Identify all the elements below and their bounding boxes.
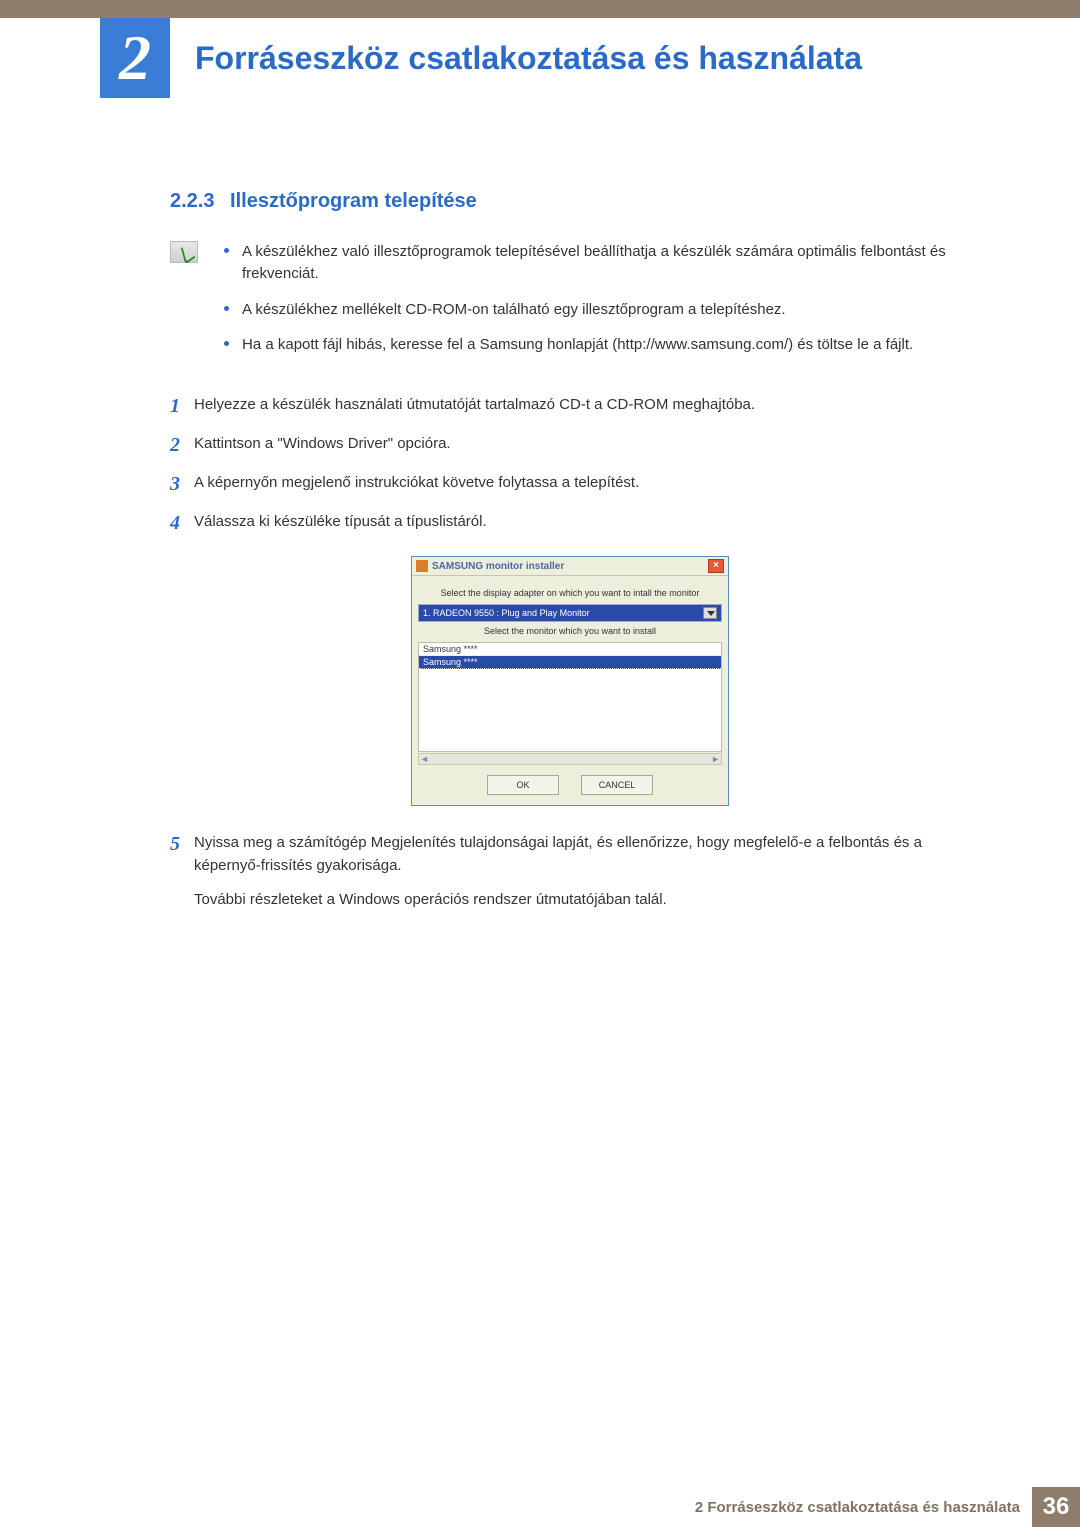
scroll-right-icon[interactable]: ► [711,754,720,764]
note-item: A készülékhez való illesztőprogramok tel… [224,241,970,285]
horizontal-scrollbar[interactable]: ◄ ► [418,753,722,765]
dialog-title-text: SAMSUNG monitor installer [432,561,564,572]
cancel-button[interactable]: CANCEL [581,775,653,795]
installer-dialog-figure: SAMSUNG monitor installer × Select the d… [170,556,970,806]
ok-button[interactable]: OK [487,775,559,795]
section-title: Illesztőprogram telepítése [230,190,477,212]
monitor-list[interactable]: Samsung **** Samsung **** [418,642,722,752]
footer-chapter-text: 2 Forráseszköz csatlakoztatása és haszná… [695,1499,1020,1516]
step-text: Kattintson a "Windows Driver" opcióra. [194,433,970,460]
step-number: 3 [170,469,194,499]
page-number: 36 [1032,1487,1080,1527]
dropdown-arrow-icon[interactable] [703,607,717,619]
step-text: Helyezze a készülék használati útmutatój… [194,394,970,421]
dialog-titlebar: SAMSUNG monitor installer × [412,557,728,576]
step-row: 1 Helyezze a készülék használati útmutat… [170,394,970,421]
note-block: A készülékhez való illesztőprogramok tel… [170,241,970,370]
dialog-body: Select the display adapter on which you … [412,576,728,805]
step-row: 4 Válassza ki készüléke típusát a típusl… [170,511,970,538]
page-content: 2.2.3 Illesztőprogram telepítése A készü… [170,190,970,912]
chapter-number-badge: 2 [100,18,170,98]
app-icon [416,560,428,572]
scroll-left-icon[interactable]: ◄ [420,754,429,764]
adapter-select[interactable]: 1. RADEON 9550 : Plug and Play Monitor [418,604,722,622]
step-row: 5 Nyissa meg a számítógép Megjelenítés t… [170,832,970,877]
note-item: Ha a kapott fájl hibás, keresse fel a Sa… [224,334,970,356]
step-row: 2 Kattintson a "Windows Driver" opcióra. [170,433,970,460]
step-extra-text: További részleteket a Windows operációs … [194,889,970,912]
section-heading: 2.2.3 Illesztőprogram telepítése [170,190,970,213]
installer-dialog: SAMSUNG monitor installer × Select the d… [411,556,729,806]
dialog-prompt-monitor: Select the monitor which you want to ins… [418,626,722,636]
step-text: Válassza ki készüléke típusát a típuslis… [194,511,970,538]
step-text: A képernyőn megjelenő instrukciókat köve… [194,472,970,499]
step-number: 2 [170,430,194,460]
step-number: 5 [170,829,194,877]
step-number: 4 [170,508,194,538]
note-list: A készülékhez való illesztőprogramok tel… [224,241,970,370]
dialog-prompt-adapter: Select the display adapter on which you … [418,588,722,598]
dialog-title-left: SAMSUNG monitor installer [416,560,564,572]
step-text: Nyissa meg a számítógép Megjelenítés tul… [194,832,970,877]
dialog-button-row: OK CANCEL [418,775,722,795]
close-icon[interactable]: × [708,559,724,573]
list-item[interactable]: Samsung **** [419,656,721,669]
note-item: A készülékhez mellékelt CD-ROM-on találh… [224,299,970,321]
section-number: 2.2.3 [170,190,214,212]
step-number: 1 [170,391,194,421]
adapter-select-value: 1. RADEON 9550 : Plug and Play Monitor [423,608,590,618]
step-row: 3 A képernyőn megjelenő instrukciókat kö… [170,472,970,499]
note-icon [170,241,198,263]
list-item[interactable]: Samsung **** [419,643,721,656]
chapter-title: Forráseszköz csatlakoztatása és használa… [195,40,862,77]
top-decorative-bar [0,0,1080,18]
page-footer: 2 Forráseszköz csatlakoztatása és haszná… [0,1487,1080,1527]
steps-list: 1 Helyezze a készülék használati útmutat… [170,394,970,538]
